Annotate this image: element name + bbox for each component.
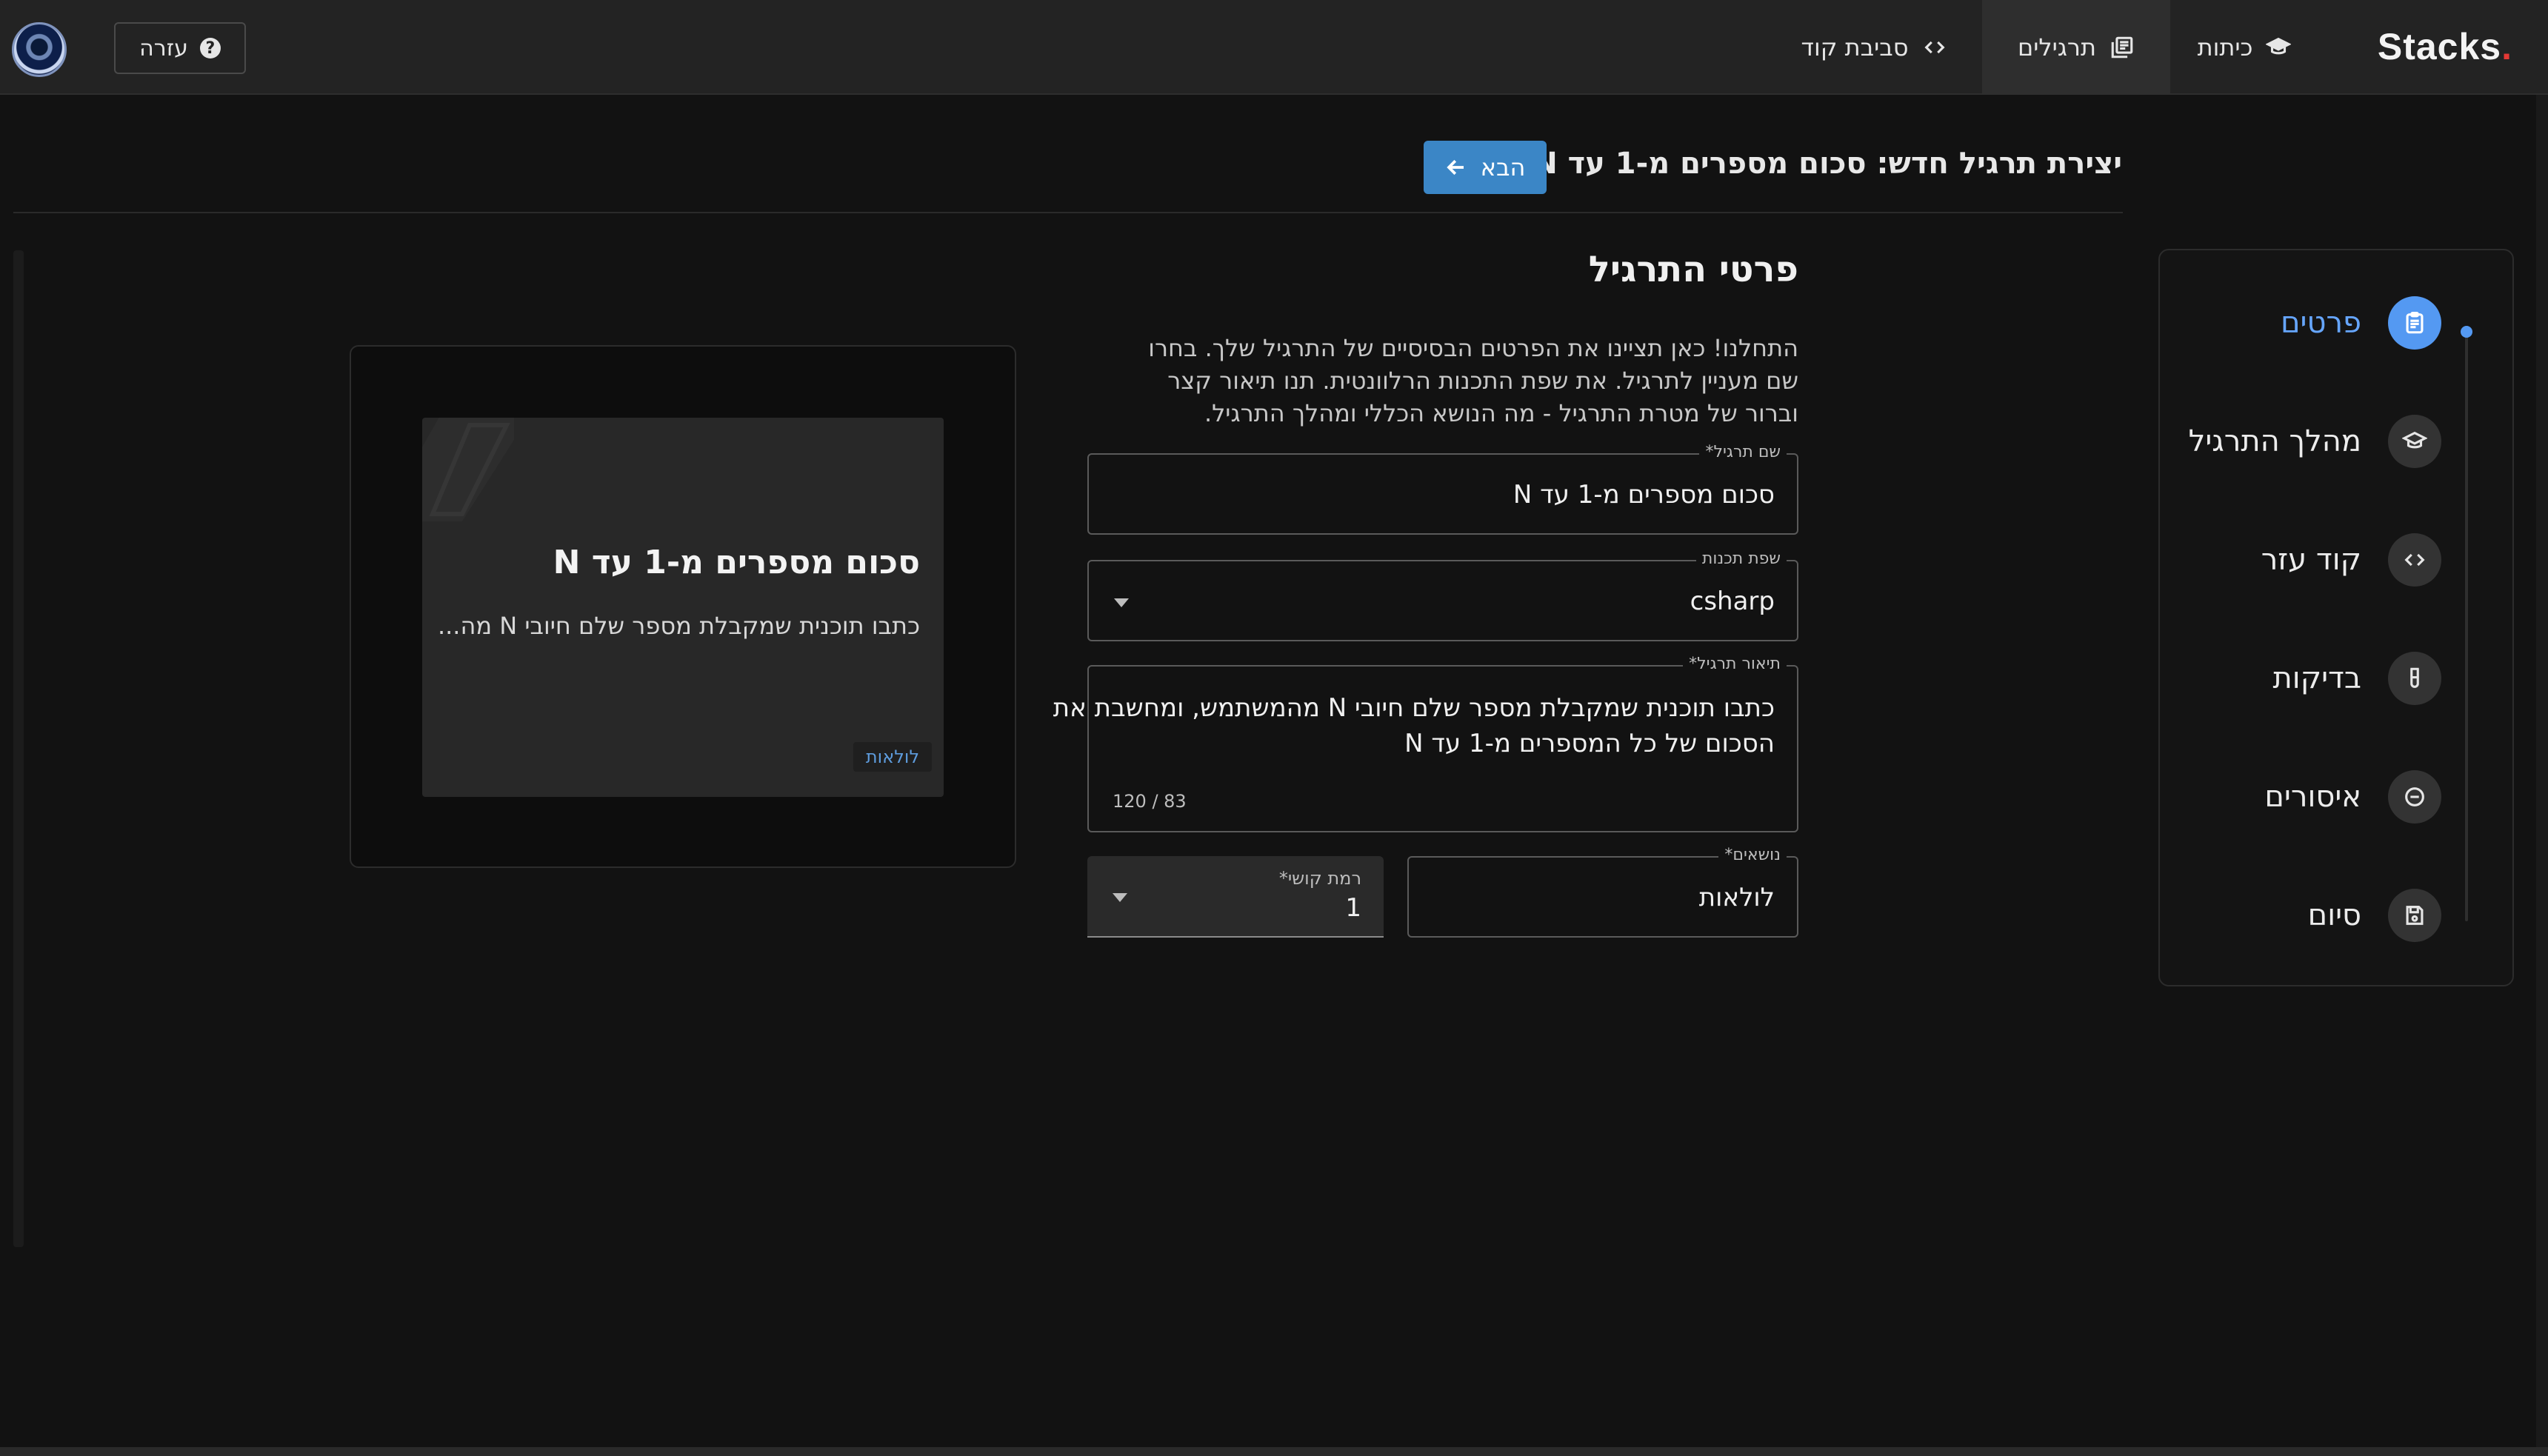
- code-icon: [2404, 553, 2425, 567]
- step-label: בדיקות: [2272, 661, 2361, 695]
- brand-dot: .: [2501, 26, 2512, 67]
- help-label: עזרה: [139, 35, 188, 61]
- programming-language-value: csharp: [1690, 587, 1775, 616]
- step-tests[interactable]: בדיקות: [2158, 641, 2512, 715]
- exercise-name-field[interactable]: שם תרגיל* סכום מספרים מ-1 עד N: [1087, 443, 1798, 535]
- character-counter: 120 / 83: [1113, 791, 1187, 812]
- step-label: מהלך התרגיל: [2188, 424, 2361, 458]
- nav-exercises-label: תרגילים: [2018, 33, 2097, 61]
- exercise-description-label: תיאור תרגיל*: [1683, 655, 1787, 673]
- step-exercise-flow-circle: [2388, 415, 2441, 468]
- preview-description: כתבו תוכנית שמקבלת מספר שלם חיובי N מה..…: [437, 612, 920, 640]
- code-icon: [1924, 41, 1945, 54]
- section-description: התחלנו! כאן תציינו את הפרטים הבסיסיים של…: [1148, 334, 1798, 427]
- help-icon: ?: [199, 38, 221, 59]
- step-helper-code-circle: [2388, 533, 2441, 587]
- exercise-name-label: שם תרגיל*: [1699, 443, 1787, 461]
- page-title: יצירת תרגיל חדש: סכום מספרים מ-1 עד N: [1533, 147, 2122, 181]
- graduation-cap-icon: [2266, 37, 2292, 55]
- nav-code-environment-label: סביבת קוד: [1801, 33, 1909, 61]
- step-label: קוד עזר: [2261, 543, 2361, 577]
- library-icon: [2111, 36, 2133, 59]
- chevron-down-icon: [1114, 598, 1129, 607]
- programming-language-select[interactable]: שפת תכנות csharp: [1087, 550, 1798, 641]
- programming-language-label: שפת תכנות: [1695, 550, 1787, 568]
- preview-topic-tag: לולאות: [853, 742, 932, 772]
- difficulty-select[interactable]: רמת קושי* 1: [1087, 856, 1384, 938]
- topics-label: נושאים*: [1718, 846, 1787, 864]
- step-details-circle: [2388, 296, 2441, 350]
- topics-value: לולאות: [1698, 883, 1775, 912]
- steps-panel: פרטים מהלך התרגיל קוד עזר בדיקות איסורים…: [2158, 249, 2514, 986]
- bottom-edge: [0, 1447, 2548, 1456]
- step-restrictions-circle: [2388, 770, 2441, 824]
- next-button[interactable]: הבא: [1424, 141, 1547, 194]
- clipboard-icon: [2406, 311, 2424, 334]
- help-button[interactable]: ? עזרה: [114, 22, 246, 74]
- exercise-description-textarea[interactable]: תיאור תרגיל* כתבו תוכנית שמקבלת מספר שלם…: [1053, 655, 1798, 832]
- save-icon: [2406, 906, 2424, 925]
- topics-field[interactable]: נושאים* לולאות: [1407, 846, 1798, 938]
- brand-text: Stacks: [2377, 26, 2502, 67]
- section-title: פרטי התרגיל: [1588, 249, 1798, 290]
- difficulty-value: 1: [1345, 893, 1361, 923]
- top-navbar: Stacks. כיתות תרגילים סביבת קוד ? עזרה: [0, 0, 2548, 95]
- step-finish-circle: [2388, 889, 2441, 942]
- step-details[interactable]: פרטים: [2158, 286, 2512, 360]
- test-tube-icon: [2410, 667, 2419, 688]
- exercise-preview-card[interactable]: סכום מספרים מ-1 עד N כתבו תוכנית שמקבלת …: [422, 418, 944, 797]
- nav-classes[interactable]: כיתות: [2170, 0, 2318, 95]
- nav-classes-label: כיתות: [2197, 33, 2253, 61]
- header-divider: [13, 212, 2123, 213]
- avatar[interactable]: [12, 22, 67, 77]
- decorative-shape-icon: [422, 418, 514, 521]
- step-tests-circle: [2388, 652, 2441, 705]
- step-label: סיום: [2307, 898, 2361, 932]
- nav-code-environment[interactable]: סביבת קוד: [1778, 0, 1970, 95]
- step-finish[interactable]: סיום: [2158, 878, 2512, 952]
- left-scrollbar[interactable]: [13, 250, 24, 1247]
- exercise-description-line: הסכום של כל המספרים מ-1 עד N: [1404, 729, 1775, 758]
- graduation-cap-icon: [2402, 431, 2427, 449]
- step-exercise-flow[interactable]: מהלך התרגיל: [2158, 404, 2512, 478]
- preview-title: סכום מספרים מ-1 עד N: [553, 544, 920, 581]
- minus-circle-icon: [2405, 787, 2424, 807]
- step-restrictions[interactable]: איסורים: [2158, 760, 2512, 834]
- chevron-down-icon: [1113, 893, 1127, 902]
- step-label: פרטים: [2281, 306, 2361, 340]
- brand-logo[interactable]: Stacks.: [2378, 25, 2512, 70]
- nav-exercises[interactable]: תרגילים: [1982, 0, 2170, 95]
- window-scrollbar[interactable]: [2536, 95, 2548, 1447]
- step-helper-code[interactable]: קוד עזר: [2158, 523, 2512, 597]
- difficulty-label: רמת קושי*: [1278, 868, 1361, 889]
- exercise-name-value: סכום מספרים מ-1 עד N: [1513, 480, 1775, 510]
- next-label: הבא: [1480, 153, 1526, 181]
- step-label: איסורים: [2264, 780, 2361, 814]
- exercise-description-line: כתבו תוכנית שמקבלת מספר שלם חיובי N מהמש…: [1053, 693, 1775, 723]
- arrow-left-icon: [1446, 159, 1464, 176]
